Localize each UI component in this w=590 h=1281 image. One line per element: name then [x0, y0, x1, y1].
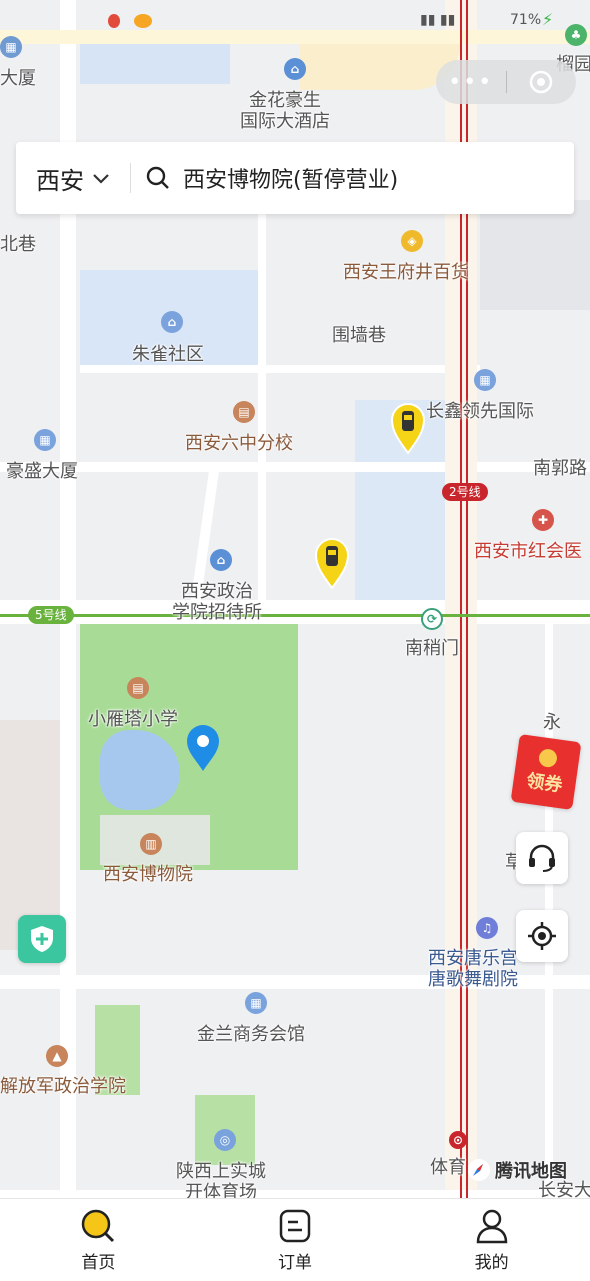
poi-school-icon: ▤: [233, 401, 255, 423]
metro-station-icon: ⟳: [421, 608, 443, 630]
building-area: [480, 200, 590, 310]
close-miniapp-icon[interactable]: [507, 69, 577, 95]
metro-station-icon: ⊙: [449, 1131, 467, 1149]
miniapp-capsule[interactable]: •••: [436, 60, 576, 104]
map-label: 西安政治 学院招待所: [172, 581, 262, 623]
map-label: 金兰商务会馆: [197, 1024, 305, 1045]
city-selector[interactable]: 西安: [16, 161, 130, 196]
user-icon: [476, 1209, 507, 1243]
search-icon: [146, 166, 169, 189]
map-label: 西安市红会医: [474, 541, 582, 562]
map-label: 陕西上实城 开体育场: [176, 1161, 266, 1200]
road: [80, 365, 480, 373]
metro-line-5: [0, 614, 590, 617]
status-bar: ▮▮ ▮▮ 71% ⚡: [0, 0, 590, 44]
map-label: 南稍门: [405, 638, 459, 659]
tab-orders[interactable]: 订单: [197, 1199, 394, 1281]
chevron-down-icon: [93, 174, 109, 184]
tab-label: 我的: [474, 1252, 509, 1273]
map-label: 西安王府井百货: [343, 262, 469, 283]
car-marker-icon[interactable]: [314, 537, 350, 593]
map-label: 大厦: [0, 68, 36, 89]
tab-profile[interactable]: 我的: [393, 1199, 590, 1281]
road: [0, 462, 590, 472]
locate-me-button[interactable]: [516, 910, 568, 962]
map-label: 围墙巷: [332, 325, 386, 346]
map-label: 小雁塔小学: [88, 709, 178, 730]
map-label: 西安博物院: [103, 864, 193, 885]
map-label: 体育: [430, 1157, 466, 1178]
map-label: 南郭路: [533, 458, 587, 479]
poi-building-icon: ▦: [34, 429, 56, 451]
poi-hotel-icon: ⌂: [210, 549, 232, 571]
map-label: 长安大: [538, 1180, 590, 1200]
search-icon: [82, 1209, 115, 1242]
map-label: 长鑫领先国际: [426, 401, 534, 422]
search-bar[interactable]: 西安 西安博物院(暂停营业): [16, 142, 574, 214]
map-label: 北巷: [0, 234, 36, 255]
bottom-tab-bar: 首页 订单 我的: [0, 1198, 590, 1281]
poi-stadium-icon: ◎: [214, 1129, 236, 1151]
battery-text: 71%: [510, 12, 542, 28]
location-pin-icon: [185, 724, 221, 776]
metro-line-5-badge: 5号线: [28, 606, 74, 624]
locate-icon: [528, 922, 556, 950]
headset-icon: [529, 844, 555, 872]
map-label: 解放军政治学院: [0, 1076, 126, 1097]
poi-building-icon: ▦: [245, 992, 267, 1014]
poi-hotel-icon: ⌂: [284, 58, 306, 80]
customer-service-button[interactable]: [516, 832, 568, 884]
road: [0, 600, 590, 624]
shield-icon: [31, 926, 53, 952]
poi-building-icon: ▦: [474, 369, 496, 391]
map-label: 西安六中分校: [185, 433, 293, 454]
coin-icon: [537, 747, 559, 769]
poi-mall-icon: ◈: [401, 230, 423, 252]
map-label: 朱雀社区: [132, 344, 204, 365]
poi-theater-icon: ♫: [476, 917, 498, 939]
search-divider: [130, 163, 131, 193]
tencent-map-logo: 腾讯地图: [495, 1161, 567, 1182]
poi-school-icon: ▲: [46, 1045, 68, 1067]
coupon-button[interactable]: 领券: [510, 734, 582, 810]
coupon-label: 领券: [525, 770, 564, 797]
compass-icon: [468, 1159, 490, 1181]
map-attribution: 腾讯地图: [467, 1157, 567, 1183]
weibo-icon: [134, 14, 152, 28]
signal-icon: ▮▮ ▮▮: [420, 12, 456, 28]
car-marker-icon[interactable]: [390, 402, 426, 458]
tab-label: 首页: [81, 1252, 116, 1273]
poi-museum-icon: ▥: [140, 833, 162, 855]
city-label: 西安: [36, 166, 84, 195]
safety-shield-button[interactable]: [18, 915, 66, 963]
more-icon[interactable]: •••: [436, 70, 506, 95]
water-area: [80, 44, 230, 84]
notification-icon: [108, 14, 120, 28]
tab-home[interactable]: 首页: [0, 1199, 197, 1281]
metro-line-2-badge: 2号线: [442, 483, 488, 501]
order-icon: [279, 1209, 311, 1242]
map-label: 西安唐乐宫 唐歌舞剧院: [428, 948, 518, 990]
poi-hospital-icon: ✚: [532, 509, 554, 531]
map-label: 金花豪生 国际大酒店: [240, 90, 330, 132]
tab-label: 订单: [278, 1252, 312, 1273]
poi-community-icon: ⌂: [161, 311, 183, 333]
map-label: 永: [543, 712, 561, 733]
charging-icon: ⚡: [542, 10, 554, 29]
search-input[interactable]: 西安博物院(暂停营业): [183, 162, 398, 194]
map-label: 豪盛大厦: [6, 461, 78, 482]
road: [258, 210, 266, 610]
poi-school-icon: ▤: [127, 677, 149, 699]
